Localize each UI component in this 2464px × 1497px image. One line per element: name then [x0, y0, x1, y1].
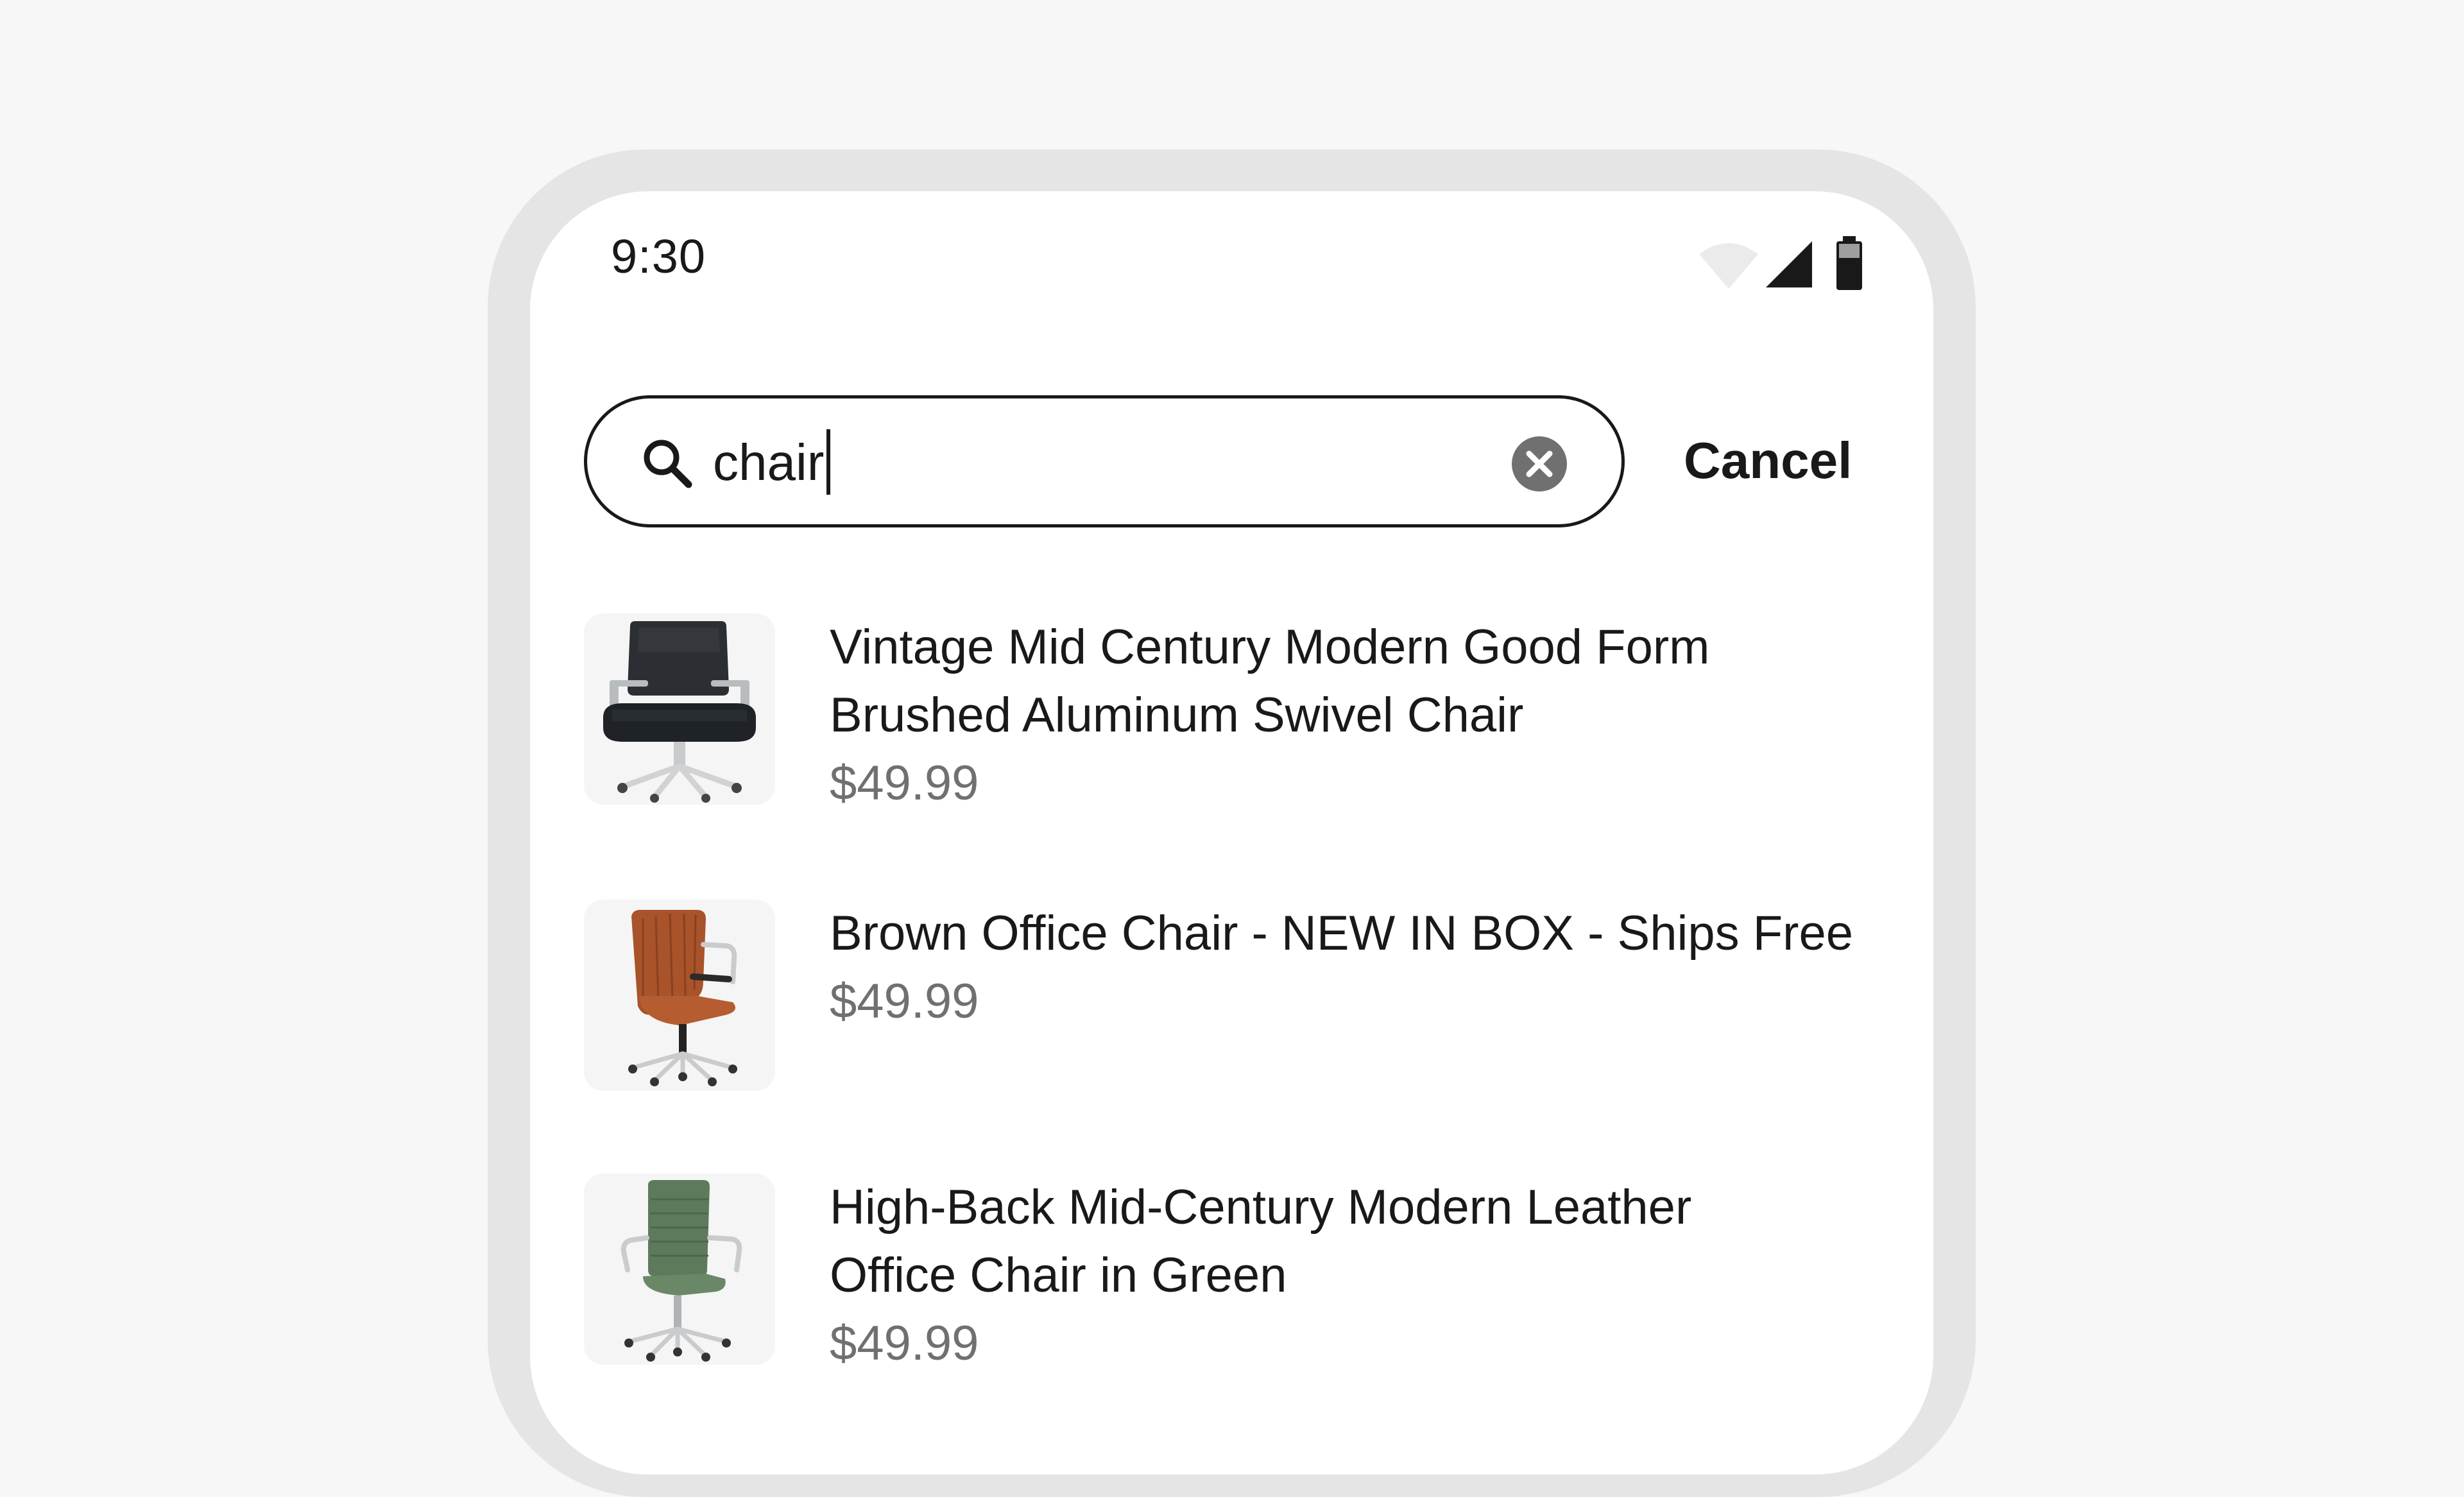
search-input[interactable]: chair: [713, 429, 831, 495]
brown-office-chair-image: [628, 910, 737, 1086]
result-text: Brown Office Chair - NEW IN BOX - Ships …: [830, 900, 1895, 1036]
search-row: chair Cancel: [530, 395, 1933, 531]
result-text: Vintage Mid Century Modern Good Form Bru…: [830, 613, 1895, 817]
result-title-line: High-Back Mid-Century Modern Leather: [830, 1180, 1692, 1235]
result-title-line: Brushed Aluminum Swivel Chair: [830, 688, 1524, 742]
green-office-chair-image: [620, 1180, 742, 1362]
product-thumbnail: [584, 1174, 775, 1365]
product-thumbnail: [584, 613, 775, 805]
search-field[interactable]: chair: [584, 395, 1625, 527]
search-icon: [644, 440, 692, 488]
search-query: chair: [713, 434, 825, 491]
cellular-signal-icon: [1766, 241, 1812, 287]
phone-screen: 9:30 chair Cancel Vintage Mid Century Mo…: [530, 191, 1933, 1475]
clear-search-icon[interactable]: [1511, 436, 1568, 492]
wifi-icon: [1699, 243, 1758, 289]
result-text: High-Back Mid-Century Modern Leather Off…: [830, 1174, 1895, 1378]
result-price: $49.99: [830, 974, 979, 1029]
battery-icon: [1836, 236, 1862, 290]
result-price: $49.99: [830, 1316, 979, 1371]
cancel-button[interactable]: Cancel: [1684, 429, 1852, 493]
status-time: 9:30: [611, 230, 706, 283]
result-price: $49.99: [830, 756, 979, 810]
result-title-line: Office Chair in Green: [830, 1248, 1287, 1303]
status-bar: 9:30: [530, 191, 1933, 320]
status-icons: [1698, 236, 1890, 294]
result-title-line: Brown Office Chair - NEW IN BOX - Ships …: [830, 906, 1853, 961]
product-thumbnail: [584, 900, 775, 1091]
black-office-chair-image: [603, 621, 756, 803]
result-title-line: Vintage Mid Century Modern Good Form: [830, 620, 1710, 674]
text-cursor: [826, 429, 831, 495]
